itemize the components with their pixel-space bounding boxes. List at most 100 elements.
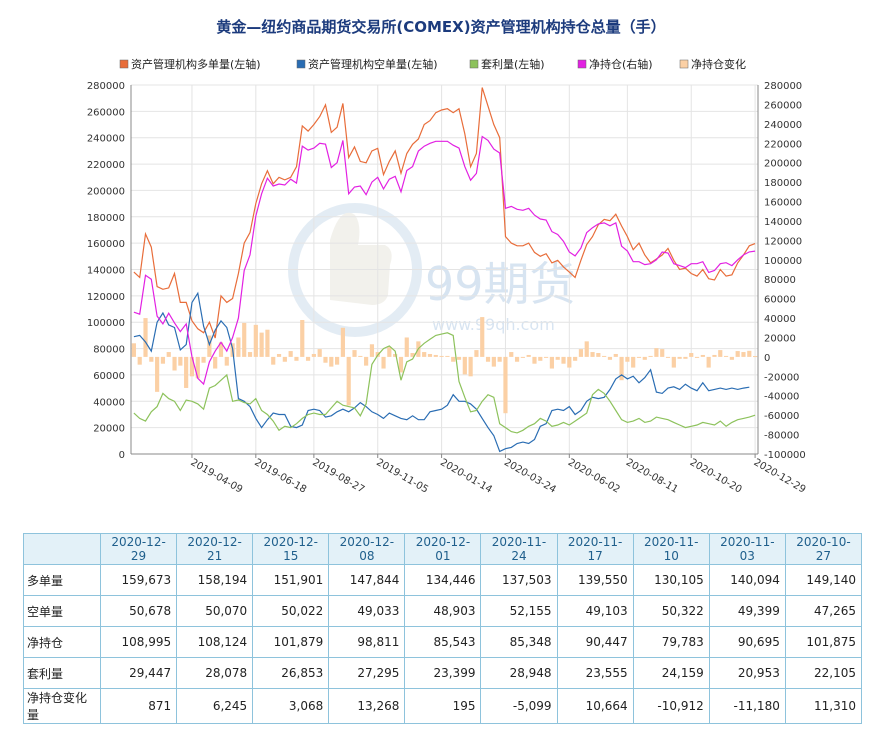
table-cell: 13,268 [328,688,406,724]
y-right-tick-label: 20000 [764,333,796,344]
bar-net-position-change [445,355,450,357]
table-cell: 79,783 [632,626,710,658]
bar-net-position-change [131,343,136,357]
table-cell: 85,348 [480,626,558,658]
bar-net-position-change [236,337,241,357]
table-cell: 48,903 [404,595,482,627]
table-cell: 11,310 [784,688,863,724]
table-row: 净持仓变化量 871 6,245 3,068 13,268 195 -5,099 10,664… [23,688,863,724]
x-tick-label: 2020-06-02 [566,457,622,496]
bar-net-position-change [178,356,183,366]
table-cell: 28,078 [176,657,254,689]
bar-net-position-change [259,332,264,357]
table-cell: 871 [99,688,178,724]
watermark-url: www.99qh.com [432,315,555,334]
bar-net-position-change [288,351,293,357]
bar-net-position-change [143,318,148,357]
y-right-tick-label: -100000 [764,450,806,461]
bar-net-position-change [282,356,287,362]
y-left-tick-label: 140000 [87,266,125,277]
y-right-tick-label: 240000 [764,120,802,131]
legend-label: 资产管理机构多单量(左轴) [131,57,261,71]
table-cell: 6,245 [176,688,254,724]
legend-swatch [469,59,479,69]
y-right-tick-label: 100000 [764,256,802,267]
table-row: 多单量 159,673 158,194 151,901 147,844 134,446 13… [23,564,863,596]
legend-swatch [119,59,129,69]
table-cell: -5,099 [480,688,558,724]
bar-net-position-change [166,352,171,357]
y-right-tick-label: 60000 [764,295,796,306]
y-right-tick-label: -60000 [764,411,799,422]
table-cell: 140,094 [708,564,786,596]
table-date-header: 2020-11-03 [708,533,786,565]
bar-net-position-change [369,344,375,357]
y-right-tick-label: 180000 [764,178,802,189]
bar-net-position-change [689,353,694,357]
bar-net-position-change [462,356,467,375]
legend-swatch [577,59,587,69]
bar-net-position-change [335,356,340,365]
bar-net-position-change [532,356,537,364]
table-cell: 20,953 [708,657,786,689]
table-date-header: 2020-10-27 [784,533,863,565]
y-right-tick-label: 280000 [764,81,802,92]
x-tick-label: 2019-04-09 [188,457,244,496]
y-right-tick-label: 40000 [764,314,796,325]
bar-net-position-change [323,356,328,363]
y-right-tick-label: 220000 [764,139,802,150]
bar-net-position-change [311,353,316,357]
bar-net-position-change [172,356,177,371]
bar-net-position-change [404,337,409,357]
bar-net-position-change [706,356,711,368]
data-table: 2020-12-29 2020-12-21 2020-12-15 2020-12-08… [23,533,863,724]
y-right-tick-label: -40000 [764,392,799,403]
table-row-label: 多单量 [23,564,101,596]
table-cell: 49,399 [708,595,786,627]
table-cell: 101,879 [252,626,330,658]
bar-net-position-change [265,329,270,357]
bar-net-position-change [660,349,665,357]
legend-label: 净持仓(右轴) [589,57,653,71]
bar-net-position-change [346,356,351,406]
bar-net-position-change [584,341,589,357]
bar-net-position-change [480,317,485,357]
table-date-header: 2020-12-29 [99,533,178,565]
bar-net-position-change [718,350,723,357]
table-cell: 22,105 [784,657,863,689]
bar-net-position-change [364,356,369,366]
table-cell: 23,555 [556,657,634,689]
y-left-tick-label: 80000 [93,345,125,356]
x-tick-label: 2019-11-05 [374,457,430,496]
bar-net-position-change [636,356,642,358]
table-date-header: 2020-11-17 [556,533,634,565]
bar-net-position-change [677,356,682,359]
table-cell: 24,159 [632,657,710,689]
bar-net-position-change [567,356,572,368]
bar-net-position-change [271,356,276,365]
table-date-header: 2020-11-10 [632,533,710,565]
table-corner-cell [23,533,101,565]
table-cell: 50,678 [99,595,178,627]
y-left-tick-label: 200000 [87,186,125,197]
table-cell: 29,447 [99,657,178,689]
bar-net-position-change [329,356,334,367]
bar-net-position-change [602,355,607,357]
bar-net-position-change [683,356,688,359]
table-row-label: 净持仓 [23,626,101,658]
table-cell: 50,022 [252,595,330,627]
bar-net-position-change [613,353,618,357]
legend-label: 套利量(左轴) [481,57,545,71]
y-right-tick-label: 260000 [764,100,802,111]
y-right-tick-label: 140000 [764,217,802,228]
table-cell: 27,295 [328,657,406,689]
bar-net-position-change [520,356,525,358]
table-cell: 26,853 [252,657,330,689]
legend-label: 资产管理机构空单量(左轴) [308,57,438,71]
bar-net-position-change [300,319,305,357]
x-tick-label: 2019-08-27 [310,457,366,496]
table-cell: 49,033 [328,595,406,627]
table-cell: 90,447 [556,626,634,658]
table-cell: 158,194 [176,564,254,596]
bar-net-position-change [213,356,218,369]
